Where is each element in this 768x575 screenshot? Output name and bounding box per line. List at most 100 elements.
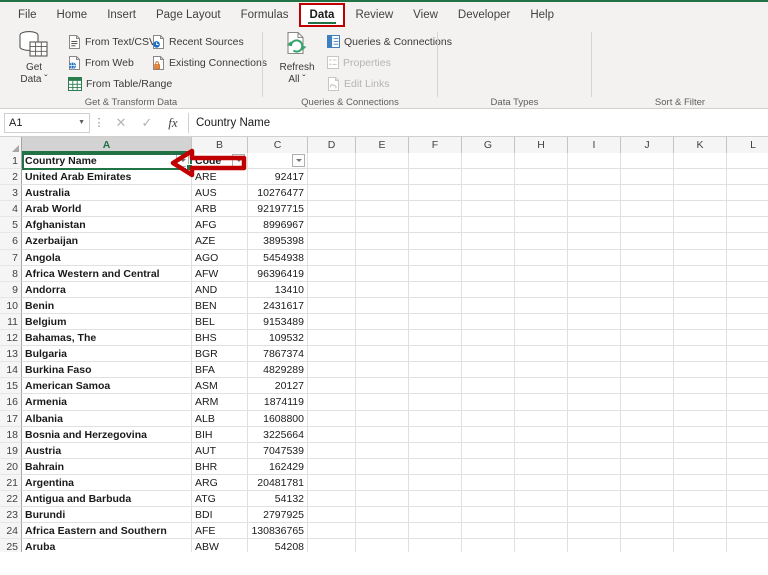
cell-A6[interactable]: Azerbaijan [22, 233, 192, 249]
cell-F9[interactable] [409, 282, 462, 298]
row-header-22[interactable]: 22 [0, 491, 22, 507]
cell-E7[interactable] [356, 250, 409, 266]
cell-A21[interactable]: Argentina [22, 475, 192, 491]
column-header-h[interactable]: H [515, 137, 568, 153]
cell-K15[interactable] [674, 378, 727, 394]
column-header-i[interactable]: I [568, 137, 621, 153]
cell-K7[interactable] [674, 250, 727, 266]
cell-D12[interactable] [308, 330, 356, 346]
cell-G17[interactable] [462, 411, 515, 427]
cell-L2[interactable] [727, 169, 768, 185]
cell-I14[interactable] [568, 362, 621, 378]
cell-I13[interactable] [568, 346, 621, 362]
cell-B10[interactable]: BEN [192, 298, 248, 314]
cell-B6[interactable]: AZE [192, 233, 248, 249]
row-header-23[interactable]: 23 [0, 507, 22, 523]
cell-F16[interactable] [409, 394, 462, 410]
cell-C18[interactable]: 3225664 [248, 427, 308, 443]
name-box[interactable]: A1 ▼ [4, 113, 90, 133]
column-header-d[interactable]: D [308, 137, 356, 153]
cell-A5[interactable]: Afghanistan [22, 217, 192, 233]
cell-F22[interactable] [409, 491, 462, 507]
cell-E13[interactable] [356, 346, 409, 362]
cell-A23[interactable]: Burundi [22, 507, 192, 523]
cell-I6[interactable] [568, 233, 621, 249]
cell-H10[interactable] [515, 298, 568, 314]
cell-D18[interactable] [308, 427, 356, 443]
row-header-5[interactable]: 5 [0, 217, 22, 233]
cell-C3[interactable]: 10276477 [248, 185, 308, 201]
cell-D13[interactable] [308, 346, 356, 362]
cell-J9[interactable] [621, 282, 674, 298]
cell-K5[interactable] [674, 217, 727, 233]
cell-D9[interactable] [308, 282, 356, 298]
cell-L11[interactable] [727, 314, 768, 330]
cell-H7[interactable] [515, 250, 568, 266]
cell-F6[interactable] [409, 233, 462, 249]
cell-F18[interactable] [409, 427, 462, 443]
cell-G10[interactable] [462, 298, 515, 314]
cell-H5[interactable] [515, 217, 568, 233]
cell-A2[interactable]: United Arab Emirates [22, 169, 192, 185]
cell-D17[interactable] [308, 411, 356, 427]
cell-B19[interactable]: AUT [192, 443, 248, 459]
row-header-18[interactable]: 18 [0, 427, 22, 443]
cell-A11[interactable]: Belgium [22, 314, 192, 330]
cell-L8[interactable] [727, 266, 768, 282]
cell-C20[interactable]: 162429 [248, 459, 308, 475]
cell-E23[interactable] [356, 507, 409, 523]
cell-L15[interactable] [727, 378, 768, 394]
cell-D19[interactable] [308, 443, 356, 459]
cell-I9[interactable] [568, 282, 621, 298]
cell-E15[interactable] [356, 378, 409, 394]
cell-I17[interactable] [568, 411, 621, 427]
cell-I10[interactable] [568, 298, 621, 314]
cell-D2[interactable] [308, 169, 356, 185]
cell-J7[interactable] [621, 250, 674, 266]
cell-K24[interactable] [674, 523, 727, 539]
cell-B12[interactable]: BHS [192, 330, 248, 346]
cell-D16[interactable] [308, 394, 356, 410]
cell-K23[interactable] [674, 507, 727, 523]
cell-E12[interactable] [356, 330, 409, 346]
cell-K22[interactable] [674, 491, 727, 507]
cell-A9[interactable]: Andorra [22, 282, 192, 298]
cell-H8[interactable] [515, 266, 568, 282]
queries-connections-button[interactable]: Queries & Connections [327, 33, 452, 50]
cell-I19[interactable] [568, 443, 621, 459]
cell-J18[interactable] [621, 427, 674, 443]
cell-D15[interactable] [308, 378, 356, 394]
cell-I11[interactable] [568, 314, 621, 330]
cell-B4[interactable]: ARB [192, 201, 248, 217]
cell-D23[interactable] [308, 507, 356, 523]
cell-G2[interactable] [462, 169, 515, 185]
cell-F13[interactable] [409, 346, 462, 362]
cell-K4[interactable] [674, 201, 727, 217]
cell-K9[interactable] [674, 282, 727, 298]
cell-C14[interactable]: 4829289 [248, 362, 308, 378]
cell-E16[interactable] [356, 394, 409, 410]
cell-G12[interactable] [462, 330, 515, 346]
cell-K20[interactable] [674, 459, 727, 475]
cell-B5[interactable]: AFG [192, 217, 248, 233]
cell-B18[interactable]: BIH [192, 427, 248, 443]
cell-I2[interactable] [568, 169, 621, 185]
cell-A4[interactable]: Arab World [22, 201, 192, 217]
cell-E22[interactable] [356, 491, 409, 507]
cell-L3[interactable] [727, 185, 768, 201]
cell-D24[interactable] [308, 523, 356, 539]
cell-G21[interactable] [462, 475, 515, 491]
cell-D4[interactable] [308, 201, 356, 217]
cell-I24[interactable] [568, 523, 621, 539]
cell-I22[interactable] [568, 491, 621, 507]
tab-view[interactable]: View [403, 3, 448, 27]
tab-file[interactable]: File [8, 3, 47, 27]
cell-K8[interactable] [674, 266, 727, 282]
cell-J17[interactable] [621, 411, 674, 427]
from-web-button[interactable]: From Web [68, 54, 134, 71]
cell-J23[interactable] [621, 507, 674, 523]
cell-G14[interactable] [462, 362, 515, 378]
tab-developer[interactable]: Developer [448, 3, 520, 27]
from-text-csv-button[interactable]: From Text/CSV [68, 33, 156, 50]
cell-D11[interactable] [308, 314, 356, 330]
